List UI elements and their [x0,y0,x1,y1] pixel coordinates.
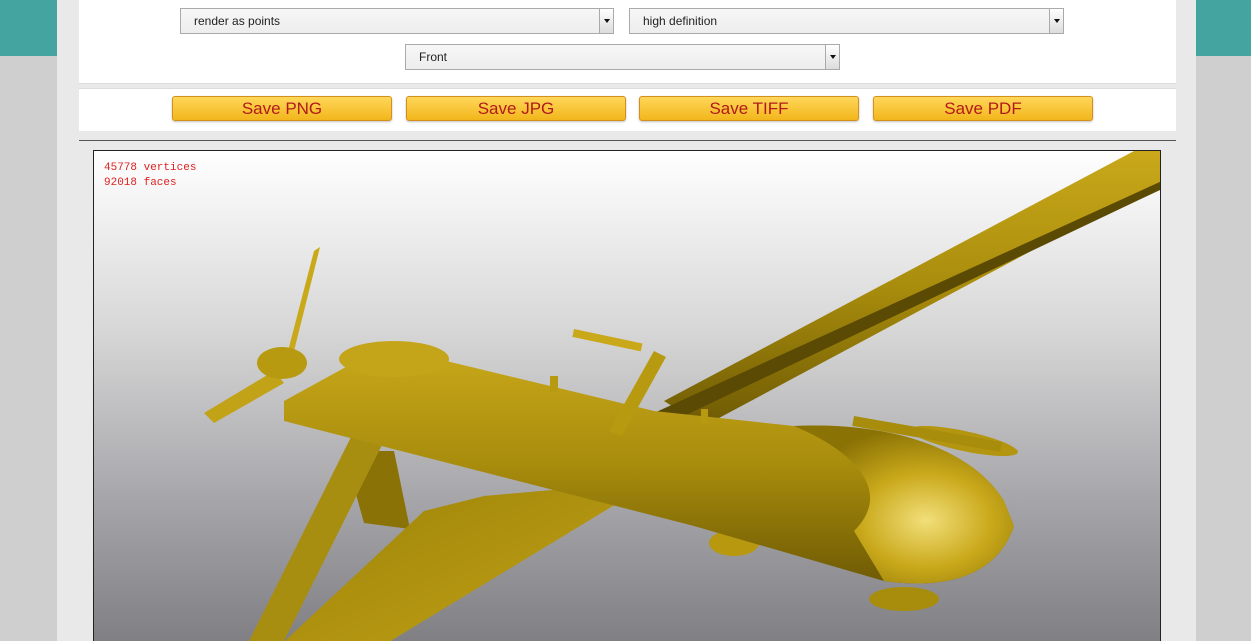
mesh-stats: 45778 vertices 92018 faces [104,161,196,191]
vertices-count: 45778 vertices [104,162,197,174]
drone-model-render [204,151,1160,641]
quality-select[interactable]: high definition [629,8,1064,34]
chevron-down-icon[interactable] [599,9,613,33]
save-tiff-button[interactable]: Save TIFF [639,96,859,121]
chevron-down-icon[interactable] [825,45,839,69]
faces-count: 92018 faces [104,177,177,189]
divider [79,140,1176,141]
render-mode-select[interactable]: render as points [180,8,614,34]
save-png-button[interactable]: Save PNG [172,96,392,121]
view-value: Front [419,50,448,64]
quality-value: high definition [643,14,718,28]
render-mode-value: render as points [194,14,281,28]
save-jpg-button[interactable]: Save JPG [406,96,626,121]
model-viewer-canvas[interactable]: 45778 vertices 92018 faces [93,150,1161,641]
save-pdf-button[interactable]: Save PDF [873,96,1093,121]
view-select[interactable]: Front [405,44,840,70]
chevron-down-icon[interactable] [1049,9,1063,33]
